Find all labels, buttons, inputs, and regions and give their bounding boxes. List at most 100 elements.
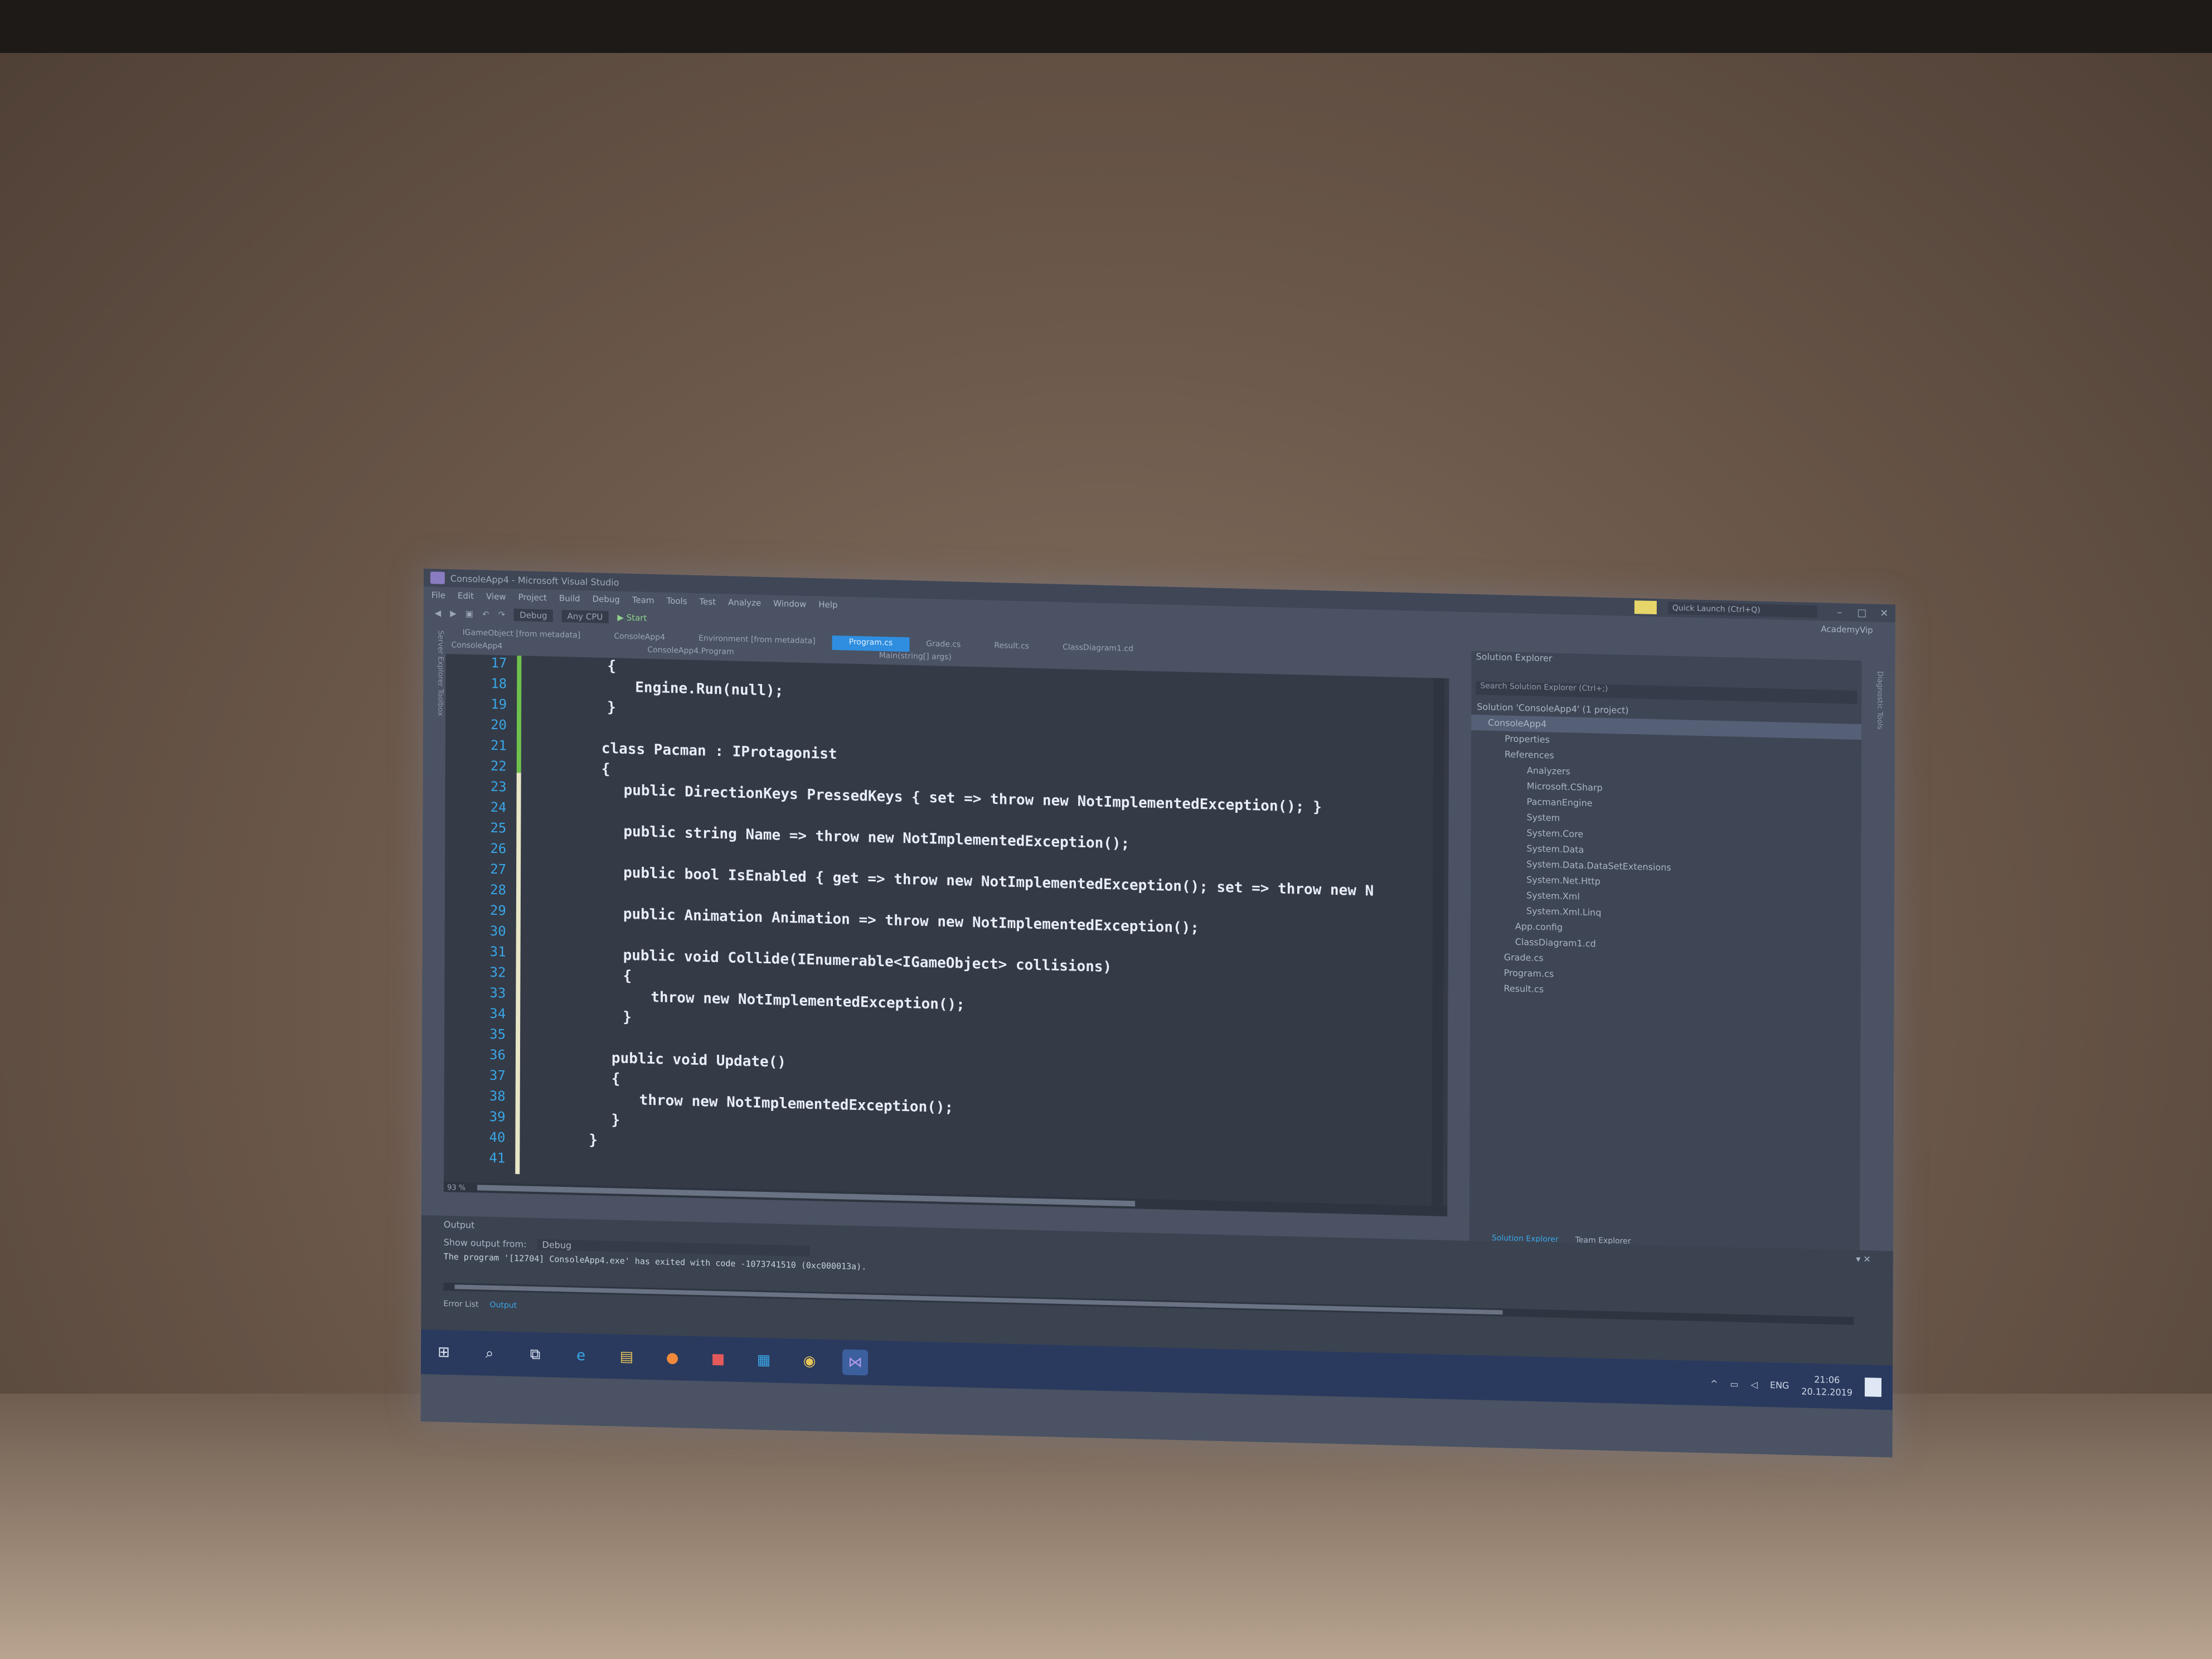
volume-icon[interactable]: ◁ (1751, 1379, 1758, 1390)
code-line[interactable]: public string Name => throw new NotImple… (623, 823, 1129, 852)
menu-analyze[interactable]: Analyze (728, 597, 761, 608)
line-number: 40 (489, 1129, 506, 1146)
start-button[interactable]: ▶ Start (617, 612, 647, 623)
code-line[interactable]: { (612, 1070, 620, 1087)
code-line[interactable]: Engine.Run(null); (635, 679, 783, 700)
line-number: 27 (490, 861, 507, 877)
line-number: 17 (491, 654, 507, 671)
line-number: 33 (489, 984, 506, 1001)
code-line[interactable]: } (612, 1112, 620, 1128)
code-line[interactable]: { (623, 968, 632, 984)
menu-team[interactable]: Team (632, 595, 654, 605)
account-name[interactable]: AcademyVip (1821, 624, 1873, 635)
line-number: 36 (489, 1046, 506, 1063)
zoom-level[interactable]: 93 % (447, 1183, 465, 1192)
menu-edit[interactable]: Edit (458, 590, 474, 601)
code-line[interactable]: public DirectionKeys PressedKeys { set =… (624, 782, 1322, 816)
windows-icon[interactable]: ⊞ (431, 1339, 457, 1365)
back-icon[interactable]: ◀ (435, 608, 442, 618)
code-line[interactable]: public void Update() (612, 1050, 786, 1071)
output-scrollbar[interactable] (443, 1282, 1854, 1325)
menu-tools[interactable]: Tools (667, 596, 687, 607)
tab-grade-cs[interactable]: Grade.cs (909, 637, 977, 653)
undo-icon[interactable]: ↶ (482, 609, 489, 619)
line-number: 18 (491, 675, 507, 692)
store-icon[interactable]: ▦ (751, 1347, 777, 1373)
network-icon[interactable]: ▭ (1730, 1379, 1739, 1389)
maximize-button[interactable]: □ (1851, 607, 1873, 619)
menu-window[interactable]: Window (773, 598, 806, 609)
code-line[interactable]: throw new NotImplementedException(); (639, 1092, 954, 1116)
bottom-tool-tabs: Error List Output (443, 1299, 517, 1310)
member-dropdown[interactable]: Main(string[] args) (879, 651, 952, 666)
menu-debug[interactable]: Debug (593, 594, 620, 604)
code-line[interactable]: public bool IsEnabled { get => throw new… (623, 865, 1374, 900)
file-explorer-icon[interactable]: ▤ (614, 1343, 639, 1370)
clock-date: 20.12.2019 (1801, 1386, 1853, 1398)
menu-file[interactable]: File (431, 590, 445, 600)
mail-icon[interactable]: ■ (705, 1346, 731, 1372)
diagnostic-tools-strip[interactable]: Diagnostic Tools (1867, 671, 1884, 805)
task-view-icon[interactable]: ⧉ (522, 1341, 548, 1367)
visual-studio-logo-icon (430, 571, 445, 584)
search-icon[interactable]: ⌕ (477, 1340, 502, 1366)
line-number: 28 (490, 881, 507, 898)
minimize-button[interactable]: – (1828, 606, 1851, 618)
output-source-select[interactable]: Debug (537, 1239, 810, 1257)
edge-icon[interactable]: e (568, 1342, 594, 1369)
code-line[interactable]: } (623, 1009, 632, 1026)
editor-vertical-scrollbar[interactable] (1432, 678, 1445, 1216)
visual-studio-icon[interactable]: ⋈ (842, 1349, 869, 1376)
close-button[interactable]: ✕ (1873, 607, 1895, 619)
tab-consoleapp4[interactable]: ConsoleApp4 (597, 630, 682, 647)
code-line[interactable]: throw new NotImplementedException(); (651, 989, 965, 1013)
left-tool-strip[interactable]: Server Explorer Toolbox (423, 624, 445, 842)
tray-chevron-icon[interactable]: ^ (1710, 1378, 1718, 1389)
code-line[interactable]: public void Collide(IEnumerable<IGameObj… (623, 947, 1112, 976)
line-number: 32 (489, 964, 506, 981)
action-center-icon[interactable] (1865, 1377, 1882, 1397)
code-line[interactable]: } (589, 1132, 598, 1148)
line-number: 41 (489, 1149, 506, 1166)
solution-tree: Solution 'ConsoleApp4' (1 project) Conso… (1470, 699, 1862, 1005)
redo-icon[interactable]: ↷ (498, 609, 506, 619)
line-number: 24 (490, 799, 507, 816)
menu-build[interactable]: Build (559, 593, 580, 604)
output-pane-controls[interactable]: ▾ ✕ (1856, 1254, 1871, 1265)
line-number: 26 (490, 840, 507, 857)
menu-view[interactable]: View (486, 591, 506, 602)
chrome-icon[interactable]: ◉ (797, 1348, 822, 1374)
notification-flag-icon[interactable] (1634, 600, 1657, 615)
project-dropdown[interactable]: ConsoleApp4 (451, 641, 502, 655)
firefox-icon[interactable]: ● (659, 1345, 685, 1371)
tab-result-cs[interactable]: Result.cs (977, 639, 1046, 655)
clock[interactable]: 21:06 20.12.2019 (1801, 1373, 1852, 1399)
code-line[interactable]: { (607, 658, 616, 675)
projected-screen: ConsoleApp4 - Microsoft Visual Studio Qu… (420, 569, 1895, 1458)
window-title: ConsoleApp4 - Microsoft Visual Studio (450, 573, 619, 588)
editor-horizontal-scrollbar[interactable] (444, 1181, 1448, 1216)
platform-select[interactable]: Any CPU (561, 610, 609, 624)
save-icon[interactable]: ▣ (465, 609, 473, 619)
tab-output[interactable]: Output (489, 1301, 517, 1310)
solution-explorer-panel: Solution Explorer Search Solution Explor… (1469, 651, 1862, 1251)
output-title: Output (443, 1219, 475, 1231)
menu-help[interactable]: Help (818, 599, 837, 610)
tab-program-cs[interactable]: Program.cs (832, 635, 910, 652)
code-line[interactable]: public Animation Animation => throw new … (623, 906, 1199, 937)
line-number: 19 (491, 696, 507, 712)
tab-error-list[interactable]: Error List (443, 1299, 478, 1309)
code-line[interactable]: { (601, 761, 610, 778)
code-line[interactable]: } (607, 699, 616, 716)
clock-time: 21:06 (1814, 1374, 1840, 1386)
line-number: 30 (489, 923, 506, 939)
language-indicator[interactable]: ENG (1770, 1380, 1789, 1391)
configuration-select[interactable]: Debug (514, 608, 553, 622)
code-line[interactable]: class Pacman : IProtagonist (601, 740, 837, 763)
menu-project[interactable]: Project (518, 592, 547, 603)
code-editor[interactable]: 17 18 19 20 21 22 23 24 25 26 27 28 29 3… (444, 653, 1449, 1216)
menu-test[interactable]: Test (700, 596, 716, 607)
line-number: 22 (490, 758, 507, 774)
quick-launch-input[interactable]: Quick Launch (Ctrl+Q) (1667, 601, 1817, 618)
forward-icon[interactable]: ▶ (450, 608, 457, 618)
